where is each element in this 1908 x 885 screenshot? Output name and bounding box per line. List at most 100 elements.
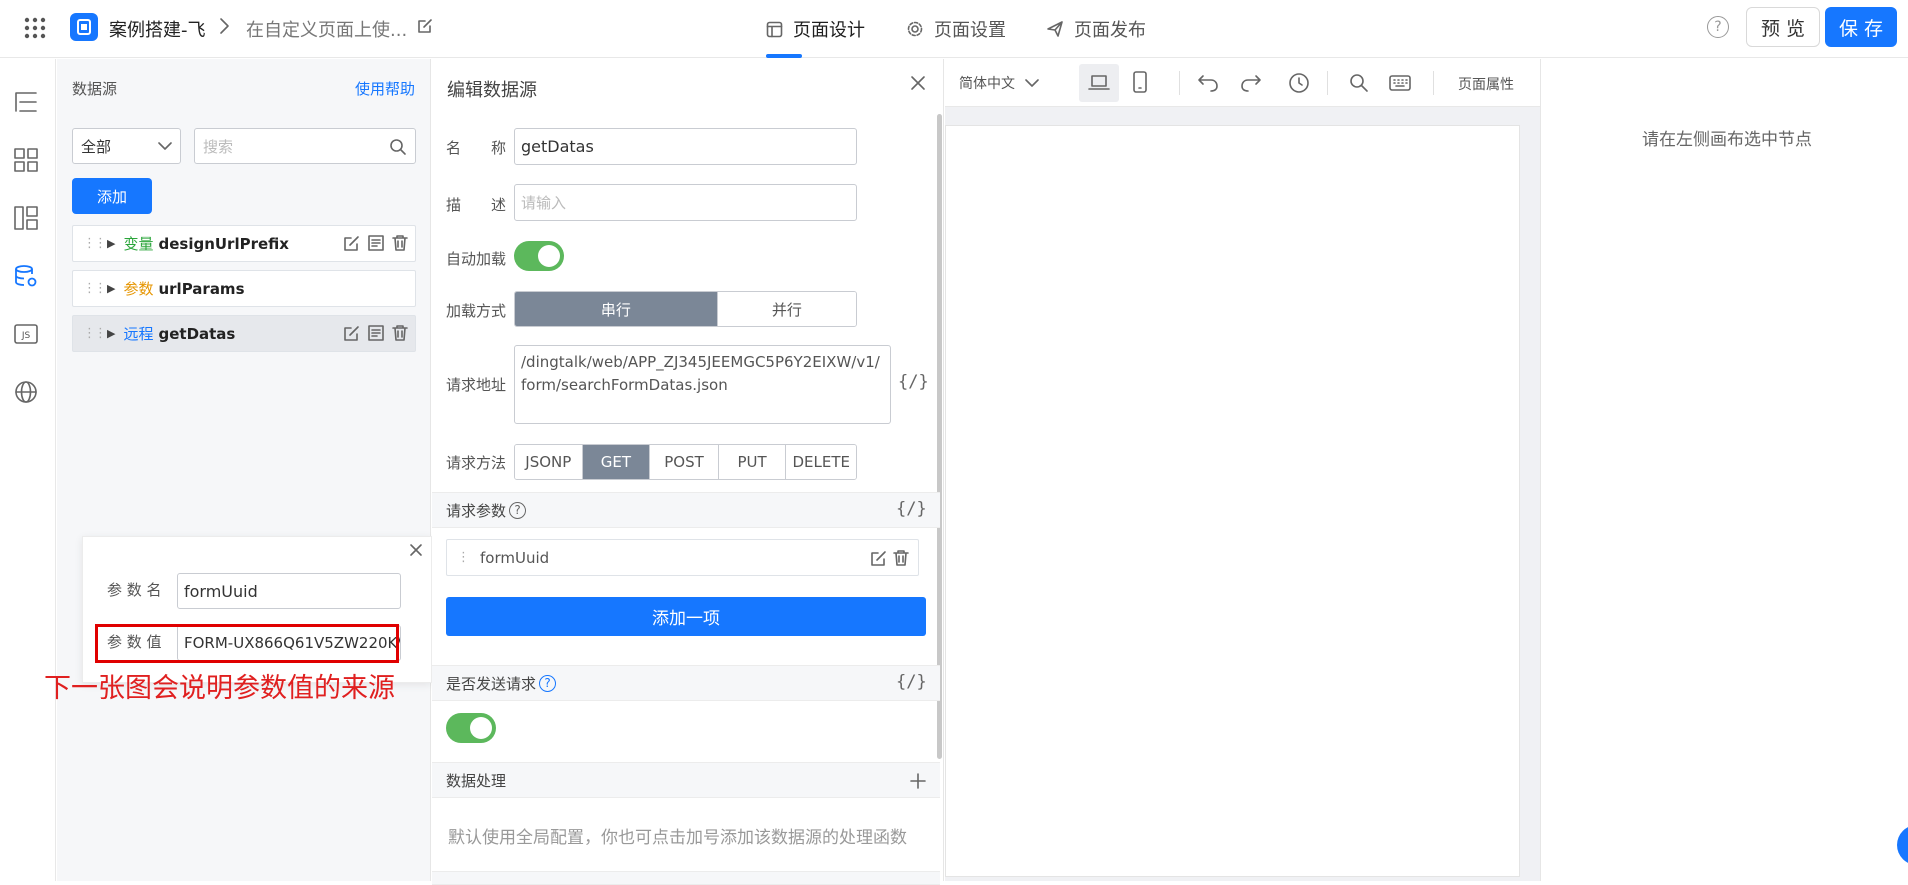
help-icon[interactable]: ? [1707,16,1729,38]
url-expression-icon[interactable]: {/} [898,372,929,392]
loadmode-label: 加载方式 [446,302,507,320]
edit-name-icon[interactable] [416,17,434,35]
desc-input[interactable]: 请输入 [514,184,857,221]
search-icon [390,139,406,155]
editor-title: 编辑数据源 [447,80,537,101]
laptop-icon [1088,75,1110,90]
editor-scrollbar[interactable] [937,114,942,759]
add-param-button[interactable]: 添加一项 [446,597,926,636]
empty-hint: 请在左侧画布选中节点 [1642,130,1812,150]
tab-label: 页面设计 [793,20,865,41]
delete-icon[interactable] [391,234,409,252]
param-list-item[interactable]: ⋮ formUuid [446,539,919,576]
desktop-view-button[interactable] [1079,64,1119,102]
method-option-jsonp[interactable]: JSONP [515,445,583,479]
language-select[interactable]: 简体中文 [959,73,1039,93]
param-name-label: 参 数 名 [107,581,162,599]
help-icon[interactable]: ? [539,674,557,692]
edit-icon[interactable] [343,234,361,252]
close-icon[interactable] [409,543,423,557]
tab-page-settings[interactable]: 页面设置 [906,0,1006,58]
edit-icon[interactable] [343,324,361,342]
send-request-toggle[interactable] [446,713,496,743]
page-props-button[interactable]: 页面属性 [1458,74,1514,94]
section-title: 数据处理 [446,771,507,790]
drag-handle-icon[interactable]: ⋮ [457,550,470,565]
help-icon[interactable]: ? [509,501,527,519]
type-filter-select[interactable]: 全部 [72,128,181,164]
loadmode-switch: 串行 并行 [514,291,857,327]
redo-icon[interactable] [1240,73,1262,93]
delete-icon[interactable] [892,549,910,567]
page-name[interactable]: 在自定义页面上使... [246,16,407,42]
copy-icon[interactable] [367,234,385,252]
method-option-put[interactable]: PUT [718,445,787,479]
expand-arrow-icon[interactable]: ▶ [107,327,115,340]
mobile-view-button[interactable] [1132,70,1148,94]
plus-icon[interactable] [910,773,926,789]
method-option-get[interactable]: GET [582,445,651,479]
globe-icon[interactable] [13,379,39,405]
item-name: designUrlPrefix [158,234,289,253]
tab-page-publish[interactable]: 页面发布 [1046,0,1146,58]
drag-handle-icon[interactable]: ⋮⋮ [83,236,107,251]
item-type-tag: 变量 [123,235,154,253]
language-value: 简体中文 [959,76,1015,92]
toolbar-divider [1433,71,1434,95]
js-icon[interactable]: JS [13,321,39,347]
tab-page-design[interactable]: 页面设计 [766,0,865,58]
params-expression-icon[interactable]: {/} [896,499,927,519]
app-name[interactable]: 案例搭建-飞 [109,16,206,42]
method-option-delete[interactable]: DELETE [786,445,856,479]
param-name-input[interactable]: formUuid [177,573,401,609]
name-label: 名 称 [446,139,507,157]
expand-arrow-icon[interactable]: ▶ [107,282,115,295]
copy-icon[interactable] [367,324,385,342]
param-item-name: formUuid [480,548,550,567]
history-icon[interactable] [1288,72,1310,94]
data-process-header: 数据处理 [432,762,940,798]
loadmode-parallel-option[interactable]: 并行 [717,292,856,326]
drag-handle-icon[interactable]: ⋮⋮ [83,281,107,296]
floating-assistant-button[interactable] [1897,825,1908,865]
datasource-item[interactable]: ⋮⋮ ▶ 远程 getDatas [72,315,416,352]
desc-label: 描 述 [446,196,507,214]
apps-grid-icon[interactable] [24,17,46,39]
keyboard-icon[interactable] [1389,74,1411,92]
help-link[interactable]: 使用帮助 [355,78,415,99]
name-input[interactable]: getDatas [514,128,857,165]
chevron-right-icon [218,15,232,37]
save-button[interactable]: 保 存 [1825,7,1897,47]
send-expression-icon[interactable]: {/} [896,672,927,692]
top-bar: 案例搭建-飞 在自定义页面上使... 页面设计 页面设置 页面发布 ? 预 览 … [0,0,1908,58]
preview-button[interactable]: 预 览 [1746,7,1820,47]
outline-icon[interactable] [13,89,39,115]
datasource-item[interactable]: ⋮⋮ ▶ 参数 urlParams [72,270,416,307]
add-datasource-button[interactable]: 添加 [72,178,152,214]
delete-icon[interactable] [391,324,409,342]
components-icon[interactable] [13,147,39,173]
url-textarea[interactable]: /dingtalk/web/APP_ZJ345JEEMGC5P6Y2EIXW/v… [514,345,891,424]
autoload-toggle[interactable] [514,241,564,271]
expand-arrow-icon[interactable]: ▶ [107,237,115,250]
search-input[interactable]: 搜索 [194,128,416,164]
drag-handle-icon[interactable]: ⋮⋮ [83,326,107,341]
design-canvas[interactable] [945,125,1520,877]
property-panel: 请在左侧画布选中节点 [1540,59,1908,881]
undo-icon[interactable] [1197,73,1219,93]
loadmode-serial-option[interactable]: 串行 [515,292,718,326]
item-name: getDatas [158,324,236,343]
annotation-highlight-box [95,624,399,663]
svg-text:JS: JS [21,331,31,341]
datasource-item[interactable]: ⋮⋮ ▶ 变量 designUrlPrefix [72,225,416,262]
edit-icon[interactable] [870,549,888,567]
close-icon[interactable] [910,75,926,91]
layout-blocks-icon[interactable] [13,205,39,231]
method-option-post[interactable]: POST [650,445,719,479]
method-label: 请求方法 [446,454,507,472]
chevron-down-icon [1025,79,1039,87]
datasource-icon[interactable] [13,263,39,289]
edit-datasource-panel: 编辑数据源 名 称 getDatas 描 述 请输入 自动加载 加载方式 串行 … [432,59,944,885]
layout-icon [766,21,783,37]
search-icon[interactable] [1349,73,1369,93]
